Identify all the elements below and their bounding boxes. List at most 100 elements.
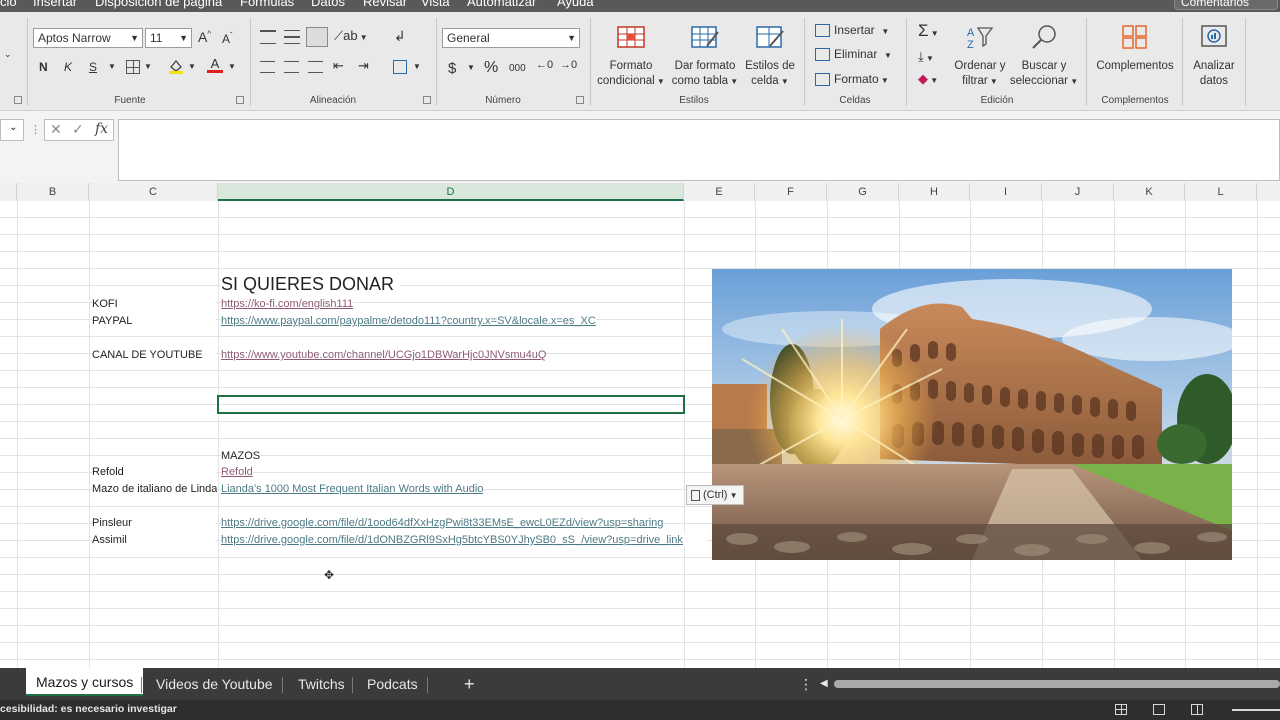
column-header-f[interactable]: F (755, 183, 827, 201)
tab-twitchs[interactable]: Twitchs (298, 668, 345, 700)
cell-link-pinsleur[interactable]: https://drive.google.com/file/d/1ood64df… (221, 516, 664, 530)
tab-videos-de-youtube[interactable]: Videos de Youtube (156, 668, 273, 700)
merge-dropdown-icon[interactable]: ▼ (413, 62, 421, 71)
cell-link-kofi[interactable]: https://ko-fi.com/english111 (221, 297, 354, 311)
conditional-format-button[interactable]: Formato condicional ▼ (594, 24, 668, 89)
align-center-icon[interactable] (284, 61, 299, 73)
font-launcher-icon[interactable] (236, 96, 244, 104)
confirm-icon[interactable]: ✓ (72, 121, 84, 138)
column-header-b[interactable]: B (17, 183, 89, 201)
menu-home[interactable]: cio (0, 0, 17, 9)
scroll-left-icon[interactable]: ◀ (820, 668, 828, 700)
font-name-select[interactable]: Aptos Narrow ▼ (33, 28, 143, 48)
cell-label-paypal[interactable]: PAYPAL (92, 314, 216, 328)
cell-label-kofi[interactable]: KOFI (92, 297, 216, 311)
decrease-indent-icon[interactable]: ⇤ (333, 58, 344, 74)
column-header-h[interactable]: H (899, 183, 970, 201)
wrap-text-icon[interactable]: ↲ (394, 28, 406, 45)
column-header-i[interactable]: I (970, 183, 1042, 201)
clipboard-launcher-icon[interactable] (14, 96, 22, 104)
align-top-icon[interactable] (260, 30, 276, 44)
cell-link-paypal[interactable]: https://www.paypal.com/paypalme/detodo11… (221, 314, 596, 328)
addins-button[interactable]: Complementos (1092, 24, 1178, 74)
borders-dropdown-icon[interactable]: ▼ (144, 62, 152, 71)
currency-dropdown-icon[interactable]: ▼ (467, 63, 475, 72)
borders-icon[interactable] (126, 60, 140, 74)
align-left-icon[interactable] (260, 61, 275, 73)
insert-function-icon[interactable]: fx (95, 121, 108, 137)
thousands-button[interactable]: 000 (509, 63, 526, 74)
zoom-slider[interactable] (1232, 709, 1280, 711)
worksheet-grid[interactable]: SI QUIERES DONAR KOFI https://ko-fi.com/… (0, 201, 1280, 668)
format-as-table-button[interactable]: Dar formato como tabla ▼ (669, 24, 741, 89)
column-header-e[interactable]: E (684, 183, 755, 201)
menu-formulas[interactable]: Fórmulas (240, 0, 294, 9)
cell-link-assimil[interactable]: https://drive.google.com/file/d/1dONBZGR… (221, 533, 707, 547)
font-size-select[interactable]: 11 ▼ (145, 28, 192, 48)
align-right-icon[interactable] (308, 61, 323, 73)
menu-view[interactable]: Vista (421, 0, 450, 9)
tab-podcats[interactable]: Podcats (367, 668, 418, 700)
cell-styles-button[interactable]: Estilos de celda ▼ (741, 24, 799, 89)
column-header-d[interactable]: D (218, 183, 684, 201)
align-bottom-icon[interactable] (306, 27, 328, 47)
select-all-corner[interactable] (0, 183, 17, 201)
normal-view-icon[interactable] (1115, 704, 1127, 715)
alignment-launcher-icon[interactable] (423, 96, 431, 104)
accessibility-status[interactable]: cesibilidad: es necesario investigar (0, 703, 177, 715)
more-options-icon[interactable]: ⋮ (30, 123, 41, 136)
increase-font-icon[interactable]: A^ (198, 29, 211, 45)
paste-options-button[interactable]: (Ctrl) ▼ (686, 485, 744, 505)
cell-label-pinsleur[interactable]: Pinsleur (92, 516, 216, 530)
donate-title[interactable]: SI QUIERES DONAR (221, 273, 401, 295)
column-header-l[interactable]: L (1185, 183, 1257, 201)
tab-options-icon[interactable]: ⋮ (799, 668, 813, 700)
clear-icon[interactable]: ◆ ▼ (918, 71, 938, 87)
fill-down-icon[interactable]: ⤓ ▼ (918, 49, 934, 65)
menu-data[interactable]: Datos (311, 0, 345, 9)
align-middle-icon[interactable] (284, 30, 300, 44)
fill-dropdown-icon[interactable]: ▼ (188, 62, 196, 71)
column-header-g[interactable]: G (827, 183, 899, 201)
insert-cells-button[interactable]: Insertar ▼ (815, 23, 889, 38)
cell-label-linda[interactable]: Mazo de italiano de Linda (92, 482, 217, 496)
cell-link-linda[interactable]: Lianda's 1000 Most Frequent Italian Word… (221, 482, 484, 496)
cell-label-assimil[interactable]: Assimil (92, 533, 216, 547)
menu-help[interactable]: Ayuda (557, 0, 594, 9)
sort-filter-button[interactable]: AZ Ordenar y filtrar ▼ (950, 24, 1010, 89)
underline-button[interactable]: S (89, 60, 97, 74)
menu-review[interactable]: Revisar (363, 0, 407, 9)
horizontal-scrollbar[interactable] (834, 680, 1280, 688)
autosum-icon[interactable]: Σ ▼ (918, 21, 939, 41)
active-cell-selection[interactable] (217, 395, 685, 414)
increase-indent-icon[interactable]: ⇥ (358, 58, 369, 74)
fill-color-icon[interactable] (168, 58, 184, 74)
decrease-font-icon[interactable]: Aˇ (222, 31, 233, 46)
page-break-view-icon[interactable] (1191, 704, 1203, 715)
menu-insert[interactable]: Insertar (33, 0, 77, 9)
column-header-j[interactable]: J (1042, 183, 1114, 201)
cancel-icon[interactable]: ✕ (50, 121, 62, 138)
format-cells-button[interactable]: Formato ▼ (815, 72, 889, 87)
merge-center-icon[interactable] (393, 60, 407, 74)
column-header-k[interactable]: K (1114, 183, 1185, 201)
increase-decimal-icon[interactable]: ←0 (536, 59, 553, 71)
number-launcher-icon[interactable] (576, 96, 584, 104)
font-color-dropdown-icon[interactable]: ▼ (228, 62, 236, 71)
column-header-c[interactable]: C (89, 183, 218, 201)
delete-cells-button[interactable]: Eliminar ▼ (815, 47, 892, 62)
percent-button[interactable]: % (484, 59, 498, 77)
clipboard-expand-icon[interactable]: ⌄ (4, 49, 12, 60)
font-color-icon[interactable]: A (207, 56, 223, 74)
tab-mazos-y-cursos[interactable]: Mazos y cursos (26, 668, 144, 696)
italic-button[interactable]: K (64, 60, 72, 74)
underline-dropdown-icon[interactable]: ▼ (108, 62, 116, 71)
number-format-select[interactable]: General ▼ (442, 28, 580, 48)
cell-link-refold[interactable]: Refold (221, 465, 253, 479)
cell-link-youtube[interactable]: https://www.youtube.com/channel/UCGjo1DB… (221, 348, 547, 362)
add-sheet-button[interactable]: + (464, 668, 475, 700)
menu-automate[interactable]: Automatizar (467, 0, 536, 9)
comments-button[interactable]: Comentarios (1174, 0, 1278, 10)
orientation-icon[interactable]: ⟋ab ▼ (334, 28, 368, 44)
find-select-button[interactable]: Buscar y seleccionar ▼ (1008, 24, 1080, 89)
